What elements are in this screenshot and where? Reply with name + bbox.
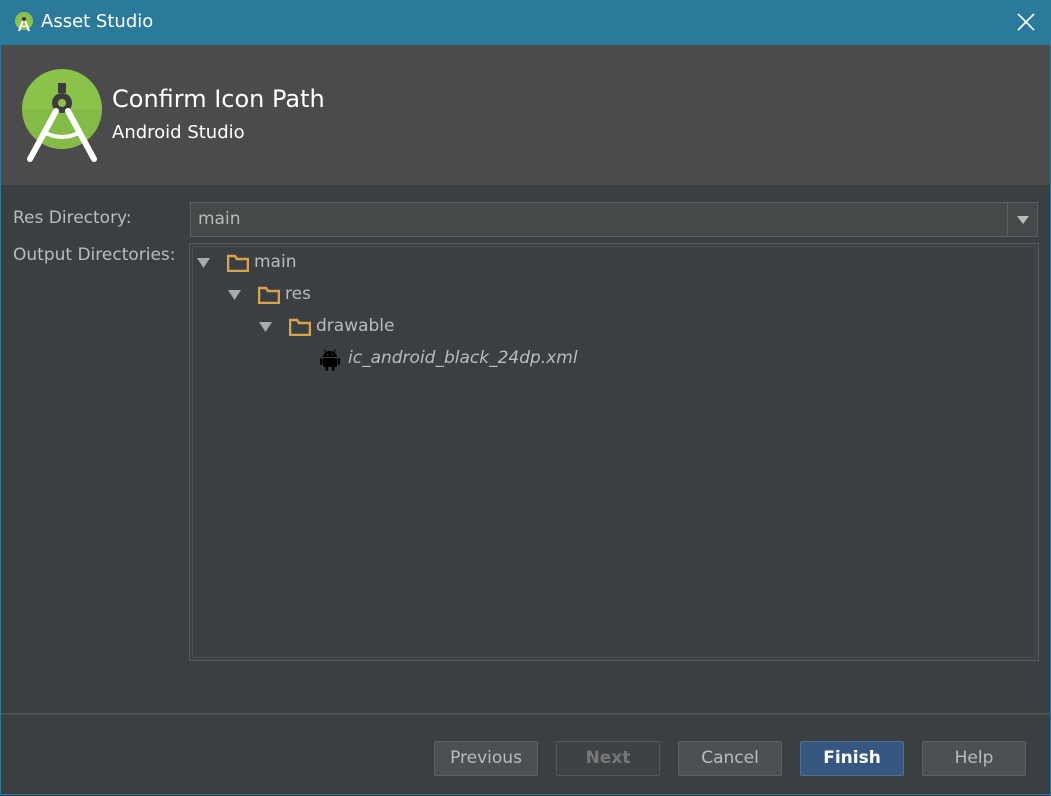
android-studio-icon [15, 12, 33, 32]
tree-node-file[interactable]: ic_android_black_24dp.xml [190, 345, 690, 373]
tree-node-label: ic_android_black_24dp.xml [348, 348, 578, 368]
footer-divider-shadow [1, 714, 1050, 715]
dialog-header: Confirm Icon Path Android Studio [1, 45, 1050, 185]
next-button[interactable]: Next [556, 741, 660, 776]
tree-node-label: res [285, 284, 311, 304]
dialog-heading: Confirm Icon Path [112, 85, 325, 113]
help-button[interactable]: Help [922, 741, 1026, 776]
folder-icon [289, 318, 311, 336]
tree-node-label: main [254, 252, 297, 272]
output-directories-label: Output Directories: [13, 245, 176, 265]
res-directory-value: main [198, 209, 241, 229]
chevron-down-icon[interactable] [1017, 215, 1029, 225]
cancel-button[interactable]: Cancel [678, 741, 782, 776]
res-directory-label: Res Directory: [13, 208, 132, 228]
output-directories-tree[interactable]: main res drawable ic_android_black_24dp.… [189, 243, 1039, 661]
android-studio-logo [22, 69, 102, 162]
previous-button[interactable]: Previous [434, 741, 538, 776]
combobox-divider [1007, 203, 1008, 236]
title-bar: Asset Studio [0, 0, 1051, 45]
folder-icon [258, 286, 280, 304]
triangle-down-icon[interactable] [197, 257, 210, 269]
dialog-subheading: Android Studio [112, 122, 245, 143]
android-icon [320, 349, 340, 371]
tree-node-res[interactable]: res [190, 281, 590, 309]
folder-icon [227, 254, 249, 272]
res-directory-combobox[interactable]: main [190, 202, 1038, 237]
tree-node-main[interactable]: main [190, 249, 590, 277]
tree-node-label: drawable [316, 316, 395, 336]
tree-node-drawable[interactable]: drawable [190, 313, 590, 341]
triangle-down-icon[interactable] [228, 289, 241, 301]
window-title: Asset Studio [41, 11, 154, 32]
finish-button[interactable]: Finish [800, 741, 904, 776]
close-icon[interactable] [1015, 11, 1037, 33]
triangle-down-icon[interactable] [259, 321, 272, 333]
